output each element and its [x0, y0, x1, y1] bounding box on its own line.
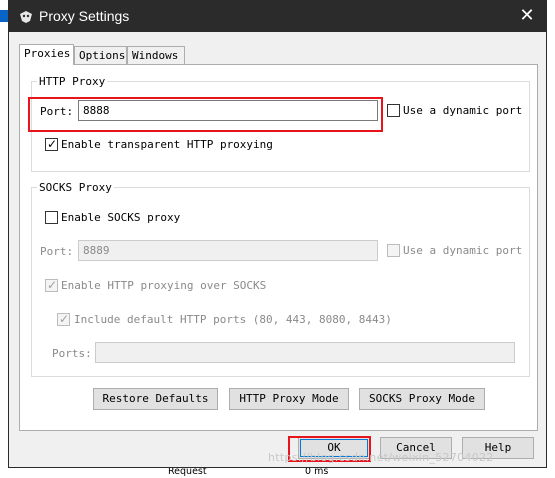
title-bar[interactable]: Proxy Settings ✕: [9, 1, 546, 32]
enable-socks-checkbox[interactable]: [45, 211, 58, 224]
check-icon: ✓: [59, 312, 70, 326]
socks-ports-input[interactable]: [95, 342, 515, 363]
http-over-socks-label: Enable HTTP proxying over SOCKS: [61, 279, 267, 292]
transparent-proxy-checkbox[interactable]: ✓: [45, 137, 58, 151]
http-over-socks-checkbox[interactable]: ✓: [45, 278, 58, 292]
app-icon: [20, 11, 32, 23]
http-dynamic-port-checkbox[interactable]: [387, 104, 400, 117]
socks-port-input[interactable]: 8889: [78, 240, 378, 261]
watermark: https://blog.csdn.net/weixin_52704022: [268, 451, 494, 464]
socks-proxy-legend: SOCKS Proxy: [37, 181, 114, 194]
tab-windows[interactable]: Windows: [127, 46, 185, 64]
restore-defaults-button[interactable]: Restore Defaults: [93, 388, 218, 410]
proxy-settings-dialog: Proxy Settings ✕ Proxies Options Windows…: [8, 0, 547, 468]
close-icon[interactable]: ✕: [514, 4, 540, 28]
transparent-proxy-label: Enable transparent HTTP proxying: [61, 138, 273, 151]
http-proxy-mode-button[interactable]: HTTP Proxy Mode: [229, 388, 349, 410]
socks-ports-label: Ports:: [52, 347, 92, 360]
tab-proxies[interactable]: Proxies: [19, 44, 74, 65]
socks-dynamic-port-checkbox[interactable]: [387, 244, 400, 257]
http-dynamic-port-label: Use a dynamic port: [403, 104, 523, 117]
include-default-ports-label: Include default HTTP ports (80, 443, 808…: [74, 313, 392, 326]
socks-proxy-group: SOCKS Proxy Enable SOCKS proxy Port: 888…: [31, 181, 530, 377]
include-default-ports-checkbox[interactable]: ✓: [57, 312, 70, 326]
window-title: Proxy Settings: [39, 8, 130, 24]
socks-dynamic-port-label: Use a dynamic port: [403, 244, 523, 257]
socks-proxy-mode-button[interactable]: SOCKS Proxy Mode: [359, 388, 485, 410]
annotation-box-port: [28, 97, 383, 132]
socks-port-label: Port:: [40, 245, 74, 258]
tab-options[interactable]: Options: [74, 46, 127, 64]
enable-socks-label: Enable SOCKS proxy: [61, 211, 181, 224]
check-icon: ✓: [47, 278, 58, 292]
check-icon: ✓: [47, 137, 58, 151]
http-proxy-legend: HTTP Proxy: [37, 75, 108, 88]
